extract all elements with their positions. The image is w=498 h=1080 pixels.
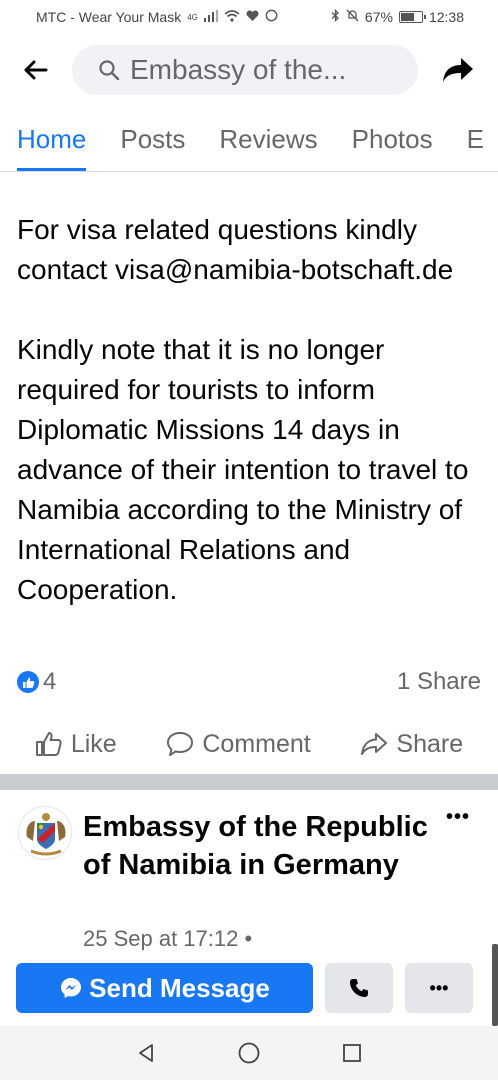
search-icon — [99, 60, 120, 81]
search-text: Embassy of the... — [130, 54, 347, 85]
mute-icon — [346, 9, 359, 25]
status-bar: MTC - Wear Your Mask 4G 67% 12:38 — [0, 0, 498, 34]
clock: 12:38 — [428, 9, 464, 25]
scrollbar[interactable] — [492, 944, 498, 1026]
battery-fill — [400, 13, 415, 21]
carrier-label: MTC - Wear Your Mask — [36, 9, 182, 25]
nav-recents-icon[interactable] — [341, 1042, 363, 1064]
tab-more-cut[interactable]: E — [450, 112, 498, 171]
share-page-button[interactable] — [418, 40, 498, 100]
battery-percent: 67% — [364, 9, 393, 25]
bluetooth-icon — [331, 8, 340, 25]
thumbs-up-icon — [35, 732, 62, 756]
send-message-button[interactable]: Send Message — [16, 963, 313, 1013]
bottom-action-bar: Send Message ••• — [0, 950, 498, 1026]
like-count: 4 — [43, 668, 57, 695]
messenger-icon — [61, 978, 82, 998]
wifi-icon — [224, 9, 240, 25]
tab-reviews[interactable]: Reviews — [202, 112, 334, 171]
search-bar[interactable]: Embassy of the... — [72, 45, 418, 95]
top-bar: Embassy of the... — [0, 40, 498, 100]
signal-icon — [203, 9, 218, 25]
share-icon — [361, 733, 388, 755]
share-button[interactable]: Share — [360, 730, 463, 759]
like-button[interactable]: Like — [35, 730, 117, 759]
share-count[interactable]: 1 Share — [397, 668, 481, 696]
coat-of-arms-icon — [26, 813, 66, 856]
phone-icon — [350, 979, 368, 997]
page-tabs: Home Posts Reviews Photos E — [0, 112, 498, 172]
post-timestamp[interactable]: 25 Sep at 17:12 • — [83, 926, 252, 950]
share-arrow-icon — [443, 58, 473, 82]
whatsapp-icon — [265, 9, 278, 25]
status-bar-right: 67% 12:38 — [331, 8, 464, 25]
post-paragraph-2: Kindly note that it is no longer require… — [17, 334, 469, 605]
send-message-label: Send Message — [89, 972, 270, 1003]
page-avatar[interactable] — [18, 806, 72, 860]
page-name[interactable]: Embassy of the Republic of Namibia in Ge… — [83, 808, 433, 884]
back-button[interactable] — [0, 40, 72, 100]
status-bar-left: MTC - Wear Your Mask 4G — [36, 9, 278, 25]
comment-label: Comment — [202, 729, 311, 758]
nav-home-icon[interactable] — [237, 1041, 261, 1065]
next-post-header: Embassy of the Republic of Namibia in Ge… — [0, 790, 498, 950]
more-options-button[interactable]: ••• — [405, 963, 473, 1013]
system-nav-bar — [0, 1026, 498, 1080]
back-arrow-icon — [24, 60, 48, 80]
like-label: Like — [70, 729, 117, 758]
post-options-button[interactable]: ••• — [446, 806, 470, 829]
feed-divider — [0, 774, 498, 790]
nav-back-icon[interactable] — [135, 1042, 157, 1064]
comment-icon — [167, 732, 194, 756]
post-paragraph-1: For visa related questions kindly contac… — [17, 214, 454, 285]
comment-button[interactable]: Comment — [166, 729, 311, 759]
network-type: 4G — [187, 12, 198, 22]
tab-posts[interactable]: Posts — [103, 112, 202, 171]
post-actions: Like Comment Share — [0, 718, 498, 770]
reaction-summary[interactable]: 4 — [17, 668, 56, 696]
like-badge-icon — [17, 671, 39, 693]
tab-home[interactable]: Home — [0, 112, 103, 171]
share-label: Share — [396, 729, 464, 758]
heart-icon — [246, 9, 259, 25]
battery-icon — [398, 11, 426, 23]
reactions-row: 4 1 Share — [17, 664, 481, 700]
tab-photos[interactable]: Photos — [335, 112, 450, 171]
call-button[interactable] — [325, 963, 393, 1013]
post-text: For visa related questions kindly contac… — [17, 210, 487, 610]
